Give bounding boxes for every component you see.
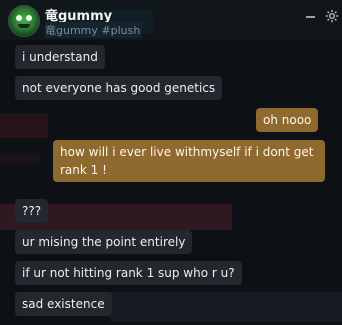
message-bubble: ???: [15, 199, 49, 223]
message-bubble-own: oh nooo: [256, 108, 319, 132]
message-bubble: ur mising the point entirely: [15, 230, 193, 254]
avatar[interactable]: [8, 5, 40, 37]
message-bubble: i understand: [15, 45, 105, 69]
gear-icon: [325, 9, 339, 23]
settings-button[interactable]: [325, 8, 339, 23]
message-bubble-own: how will i ever live withmyself if i don…: [53, 140, 325, 182]
avatar-eye: [26, 15, 32, 21]
minimize-button[interactable]: [305, 9, 317, 23]
message-bubble: sad existence: [15, 292, 112, 316]
chat-header: 竜gummy 竜gummy #plush: [0, 0, 342, 40]
background-stripe: [110, 292, 342, 322]
message-bubble: if ur not hitting rank 1 sup who r u?: [15, 261, 242, 285]
avatar-mouth: [18, 24, 30, 28]
contact-subtitle: 竜gummy #plush: [45, 22, 143, 38]
minimize-icon: [306, 16, 315, 18]
background-stripe: [0, 113, 48, 138]
avatar-eye: [16, 15, 22, 21]
message-bubble: not everyone has good genetics: [15, 76, 223, 100]
background-stripe: [0, 153, 40, 163]
